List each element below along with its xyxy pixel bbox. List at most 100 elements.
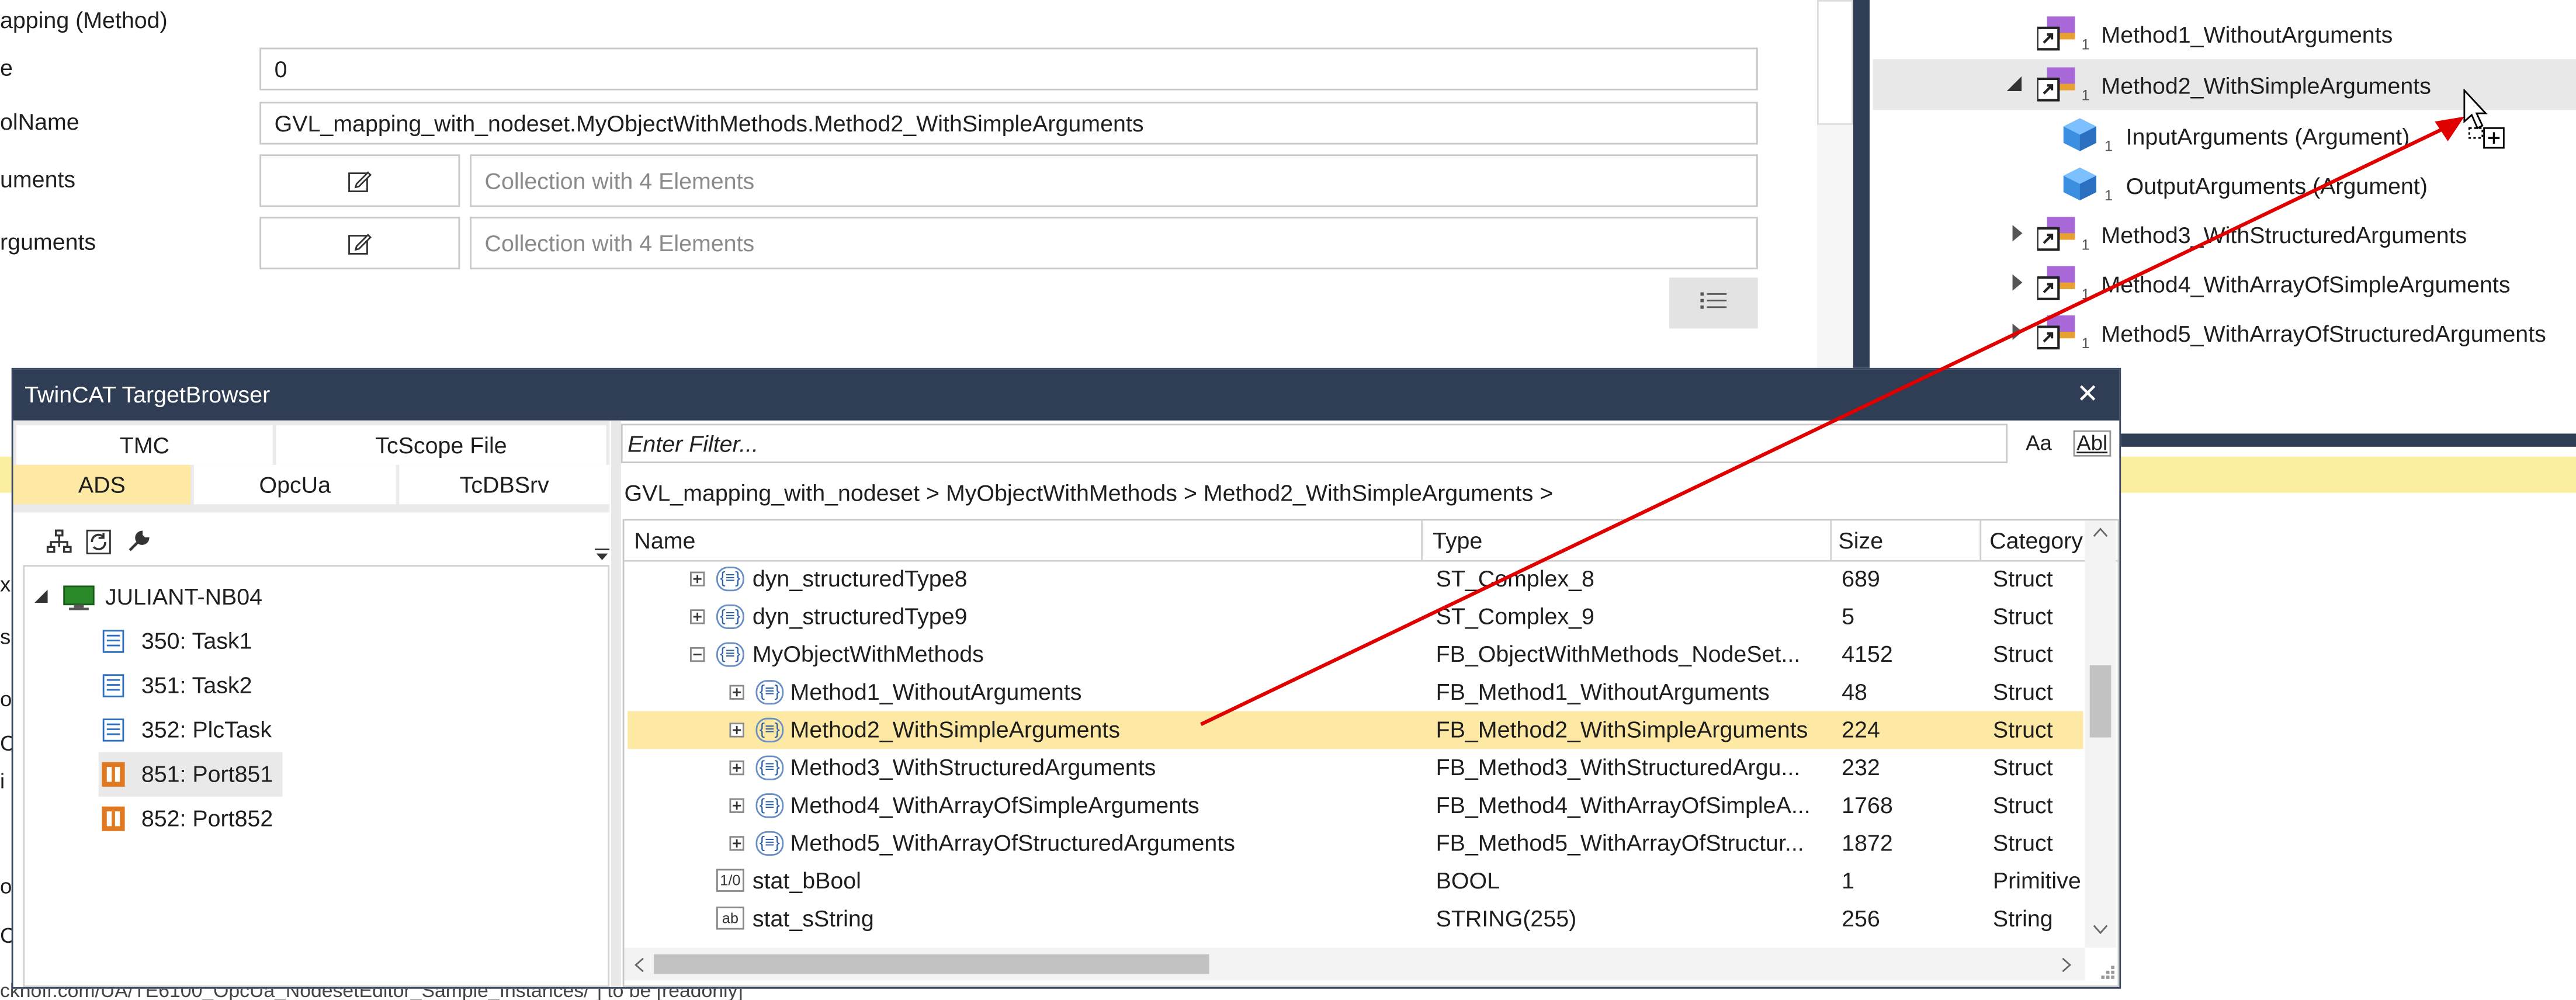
wrench-icon[interactable] xyxy=(125,529,151,555)
tab-tmc[interactable]: TMC xyxy=(16,425,273,465)
cell-type: ST_Complex_9 xyxy=(1436,602,1594,629)
property-label: olName xyxy=(0,108,79,135)
grid-vertical-scrollbar[interactable] xyxy=(2085,520,2116,948)
table-row[interactable]: {≡} dyn_structuredType9 ST_Complex_9 5 S… xyxy=(627,598,2083,636)
match-whole-word-toggle[interactable]: Abl xyxy=(2073,430,2111,457)
struct-icon: {≡} xyxy=(755,831,784,856)
table-row[interactable]: {≡} Method5_WithArrayOfStructuredArgumen… xyxy=(627,825,2083,863)
struct-icon: {≡} xyxy=(716,567,744,592)
scrollbar-thumb[interactable] xyxy=(1816,0,1853,125)
expand-icon[interactable] xyxy=(729,798,744,813)
table-row[interactable]: {≡} Method1_WithoutArguments FB_Method1_… xyxy=(627,673,2083,711)
scrollbar-thumb[interactable] xyxy=(2089,665,2112,738)
edit-input-arguments-button[interactable] xyxy=(259,154,460,207)
edit-output-arguments-button[interactable] xyxy=(259,217,460,270)
scroll-left-icon[interactable] xyxy=(634,957,644,973)
input-arguments-collection[interactable]: Collection with 4 Elements xyxy=(470,154,1758,207)
property-scrollbar[interactable] xyxy=(1816,0,1853,368)
filter-input[interactable]: Enter Filter... xyxy=(620,423,2008,463)
expand-icon[interactable] xyxy=(729,760,744,776)
struct-icon: {≡} xyxy=(755,717,784,742)
column-header-type[interactable]: Type xyxy=(1433,527,1482,554)
table-row[interactable]: {≡} Method4_WithArrayOfSimpleArguments F… xyxy=(627,787,2083,825)
dropdown-icon[interactable] xyxy=(594,548,610,561)
table-row[interactable]: 1/0 stat_bBool BOOL 1 Primitive xyxy=(627,862,2083,900)
cell-type: BOOL xyxy=(1436,867,1500,894)
drag-copy-cursor-icon xyxy=(2463,88,2505,149)
column-divider[interactable] xyxy=(1421,520,1423,560)
cell-type: FB_Method4_WithArrayOfSimpleA... xyxy=(1436,791,1811,818)
scrollbar-thumb[interactable] xyxy=(654,954,1209,974)
cell-type: FB_Method1_WithoutArguments xyxy=(1436,678,1770,705)
property-label: rguments xyxy=(0,228,96,255)
cube-icon xyxy=(2063,167,2096,201)
cell-category: Primitive xyxy=(1992,867,2081,894)
table-row[interactable]: ab stat_sString STRING(255) 256 String xyxy=(627,900,2083,938)
dialog-splitter[interactable] xyxy=(611,420,621,987)
tree-item-label: Method2_WithSimpleArguments xyxy=(2101,72,2431,99)
scroll-right-icon[interactable] xyxy=(2062,957,2072,973)
tree-item-label: Method3_WithStructuredArguments xyxy=(2101,221,2467,248)
property-section-title: apping (Method) xyxy=(0,6,168,33)
scroll-down-icon[interactable] xyxy=(2093,925,2108,935)
drag-arrow-head xyxy=(2435,116,2464,141)
edit-icon xyxy=(348,234,372,255)
list-view-button[interactable] xyxy=(1669,277,1758,329)
refresh-icon[interactable] xyxy=(85,529,112,555)
breadcrumb[interactable]: GVL_mapping_with_nodeset > MyObjectWithM… xyxy=(625,480,1554,506)
table-row[interactable]: {≡} dyn_structuredType8 ST_Complex_8 689… xyxy=(627,560,2083,598)
output-arguments-collection[interactable]: Collection with 4 Elements xyxy=(470,217,1758,270)
collapse-icon[interactable] xyxy=(689,647,705,662)
tab-opcua[interactable]: OpcUa xyxy=(193,464,396,505)
hierarchy-icon[interactable] xyxy=(46,529,72,555)
grid-horizontal-scrollbar[interactable] xyxy=(624,947,2085,981)
tab-tcscope-file[interactable]: TcScope File xyxy=(276,425,606,465)
cell-size: 48 xyxy=(1842,678,1867,705)
table-row[interactable]: {≡} MyObjectWithMethods FB_ObjectWithMet… xyxy=(627,636,2083,673)
cell-type: STRING(255) xyxy=(1436,905,1577,932)
text-fragment: x xyxy=(0,571,11,596)
close-icon[interactable]: ✕ xyxy=(2076,378,2099,411)
cell-category: Struct xyxy=(1992,640,2053,667)
struct-icon: {≡} xyxy=(755,793,784,818)
tree-node-label: 852: Port852 xyxy=(141,804,273,831)
dialog-titlebar[interactable]: TwinCAT TargetBrowser ✕ xyxy=(13,369,2120,421)
property-value-field[interactable]: 0 xyxy=(259,47,1758,91)
method-icon xyxy=(2037,217,2075,251)
table-row[interactable]: {≡} Method3_WithStructuredArguments FB_M… xyxy=(627,749,2083,787)
cell-type: ST_Complex_8 xyxy=(1436,565,1594,592)
expand-icon[interactable] xyxy=(729,836,744,851)
expand-arrow-icon[interactable] xyxy=(2012,323,2023,341)
tab-ads[interactable]: ADS xyxy=(13,464,191,505)
table-row-selected[interactable]: {≡} Method2_WithSimpleArguments FB_Metho… xyxy=(627,711,2083,749)
column-header-size[interactable]: Size xyxy=(1839,527,1884,554)
expand-icon[interactable] xyxy=(689,571,705,586)
expand-arrow-icon[interactable] xyxy=(2012,225,2023,242)
collapse-arrow-icon[interactable] xyxy=(2006,76,2022,92)
cell-size: 5 xyxy=(1842,602,1855,629)
match-case-toggle[interactable]: Aa xyxy=(2026,430,2052,455)
cell-name: Method5_WithArrayOfStructuredArguments xyxy=(790,829,1235,856)
instance-badge: 1 xyxy=(2081,36,2090,53)
cell-name: dyn_structuredType9 xyxy=(752,602,968,629)
expand-icon[interactable] xyxy=(729,685,744,700)
column-divider[interactable] xyxy=(1979,520,1982,560)
expand-arrow-icon[interactable] xyxy=(2012,274,2023,291)
string-icon: ab xyxy=(716,907,744,930)
tab-tcdbsrv[interactable]: TcDBSrv xyxy=(399,464,610,505)
symbol-name-field[interactable]: GVL_mapping_with_nodeset.MyObjectWithMet… xyxy=(259,102,1758,145)
port-icon xyxy=(102,806,125,831)
cell-size: 256 xyxy=(1842,905,1880,932)
resize-grip-icon[interactable] xyxy=(2100,964,2116,981)
column-divider[interactable] xyxy=(1830,520,1832,560)
column-header-name[interactable]: Name xyxy=(634,527,695,554)
column-header-category[interactable]: Category xyxy=(1989,527,2085,554)
scroll-up-icon[interactable] xyxy=(2093,527,2108,537)
expand-icon[interactable] xyxy=(689,609,705,624)
cell-name: stat_bBool xyxy=(752,867,861,894)
dialog-title: TwinCAT TargetBrowser xyxy=(25,381,271,408)
list-icon xyxy=(1700,292,1727,309)
panel-splitter[interactable] xyxy=(1853,0,1870,368)
expand-icon[interactable] xyxy=(729,723,744,738)
collapse-arrow-icon[interactable] xyxy=(34,589,48,603)
